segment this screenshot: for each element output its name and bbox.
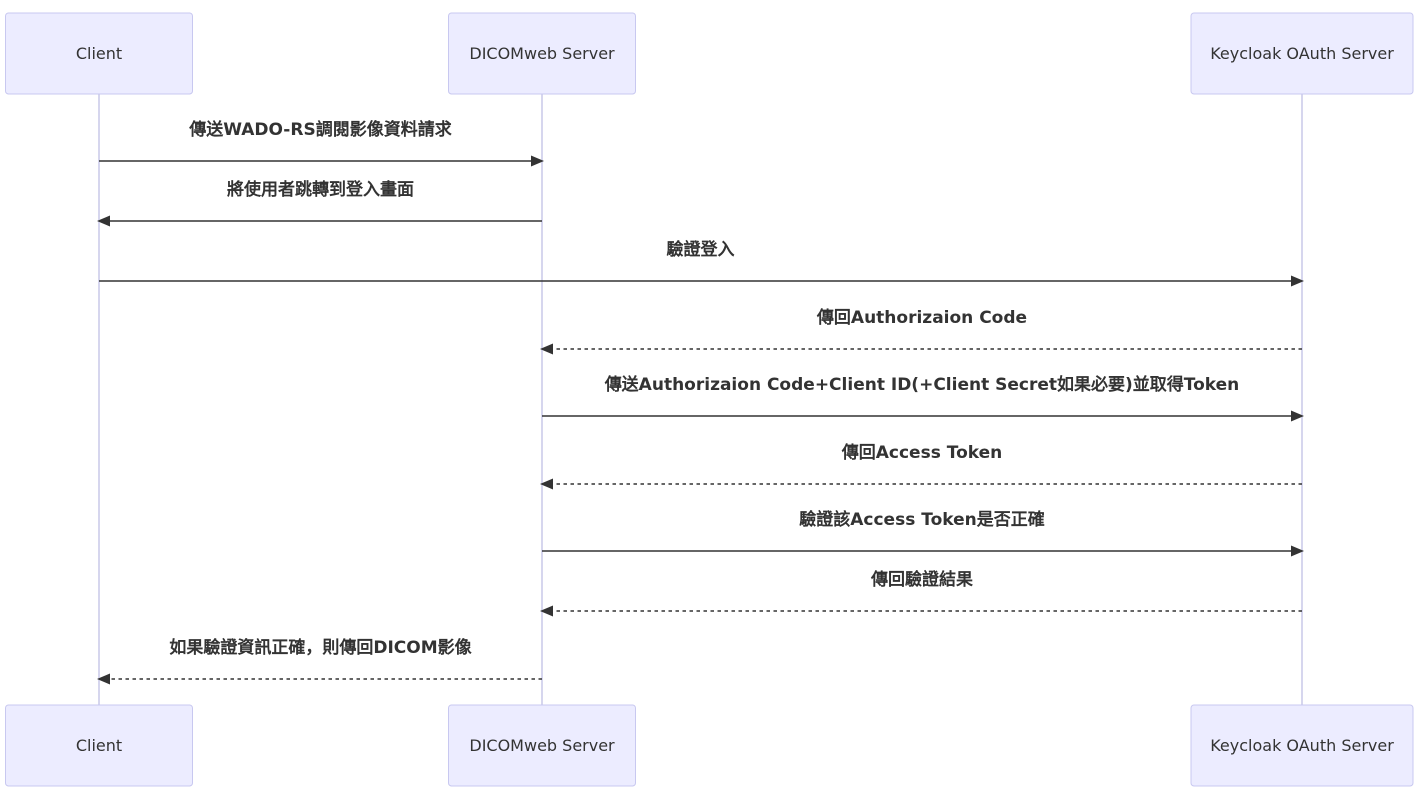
actor-label: Keycloak OAuth Server: [1210, 44, 1394, 63]
message-1: 傳送WADO-RS調閱影像資料請求: [99, 119, 544, 167]
actor-keycloak-top: Keycloak OAuth Server: [1190, 12, 1414, 95]
message-6: 傳回Access Token: [540, 442, 1302, 490]
sequence-diagram: Client Client DICOMweb Server DICOMweb Serv…: [5, 12, 1414, 787]
actor-dicomweb-bottom: DICOMweb Server: [448, 704, 636, 787]
message-8: 傳回驗證結果: [540, 569, 1302, 617]
actor-label: DICOMweb Server: [469, 44, 615, 63]
message-label: 傳回驗證結果: [870, 569, 973, 590]
message-3: 驗證登入: [99, 239, 1304, 287]
message-4: 傳回Authorizaion Code: [540, 307, 1302, 355]
actor-label: Client: [76, 44, 122, 63]
message-7: 驗證該Access Token是否正確: [542, 509, 1304, 557]
message-label: 驗證該Access Token是否正確: [799, 509, 1045, 530]
message-9: 如果驗證資訊正確，則傳回DICOM影像: [97, 637, 542, 685]
message-label: 將使用者跳轉到登入畫面: [227, 179, 414, 200]
message-2: 將使用者跳轉到登入畫面: [97, 179, 542, 227]
actor-label: Client: [76, 736, 122, 755]
message-5: 傳送Authorizaion Code+Client ID(+Client Se…: [542, 374, 1304, 422]
message-label: 傳送WADO-RS調閱影像資料請求: [188, 119, 451, 140]
actor-client-bottom: Client: [5, 704, 193, 787]
message-label: 傳送Authorizaion Code+Client ID(+Client Se…: [604, 374, 1240, 395]
actor-label: Keycloak OAuth Server: [1210, 736, 1394, 755]
messages: 傳送WADO-RS調閱影像資料請求將使用者跳轉到登入畫面驗證登入傳回Author…: [97, 119, 1304, 685]
message-label: 驗證登入: [667, 239, 735, 260]
actor-dicomweb-top: DICOMweb Server: [448, 12, 636, 95]
message-label: 傳回Authorizaion Code: [816, 307, 1027, 328]
actor-client-top: Client: [5, 12, 193, 95]
message-label: 傳回Access Token: [841, 442, 1003, 463]
message-label: 如果驗證資訊正確，則傳回DICOM影像: [169, 637, 472, 658]
actor-label: DICOMweb Server: [469, 736, 615, 755]
actor-keycloak-bottom: Keycloak OAuth Server: [1190, 704, 1414, 787]
